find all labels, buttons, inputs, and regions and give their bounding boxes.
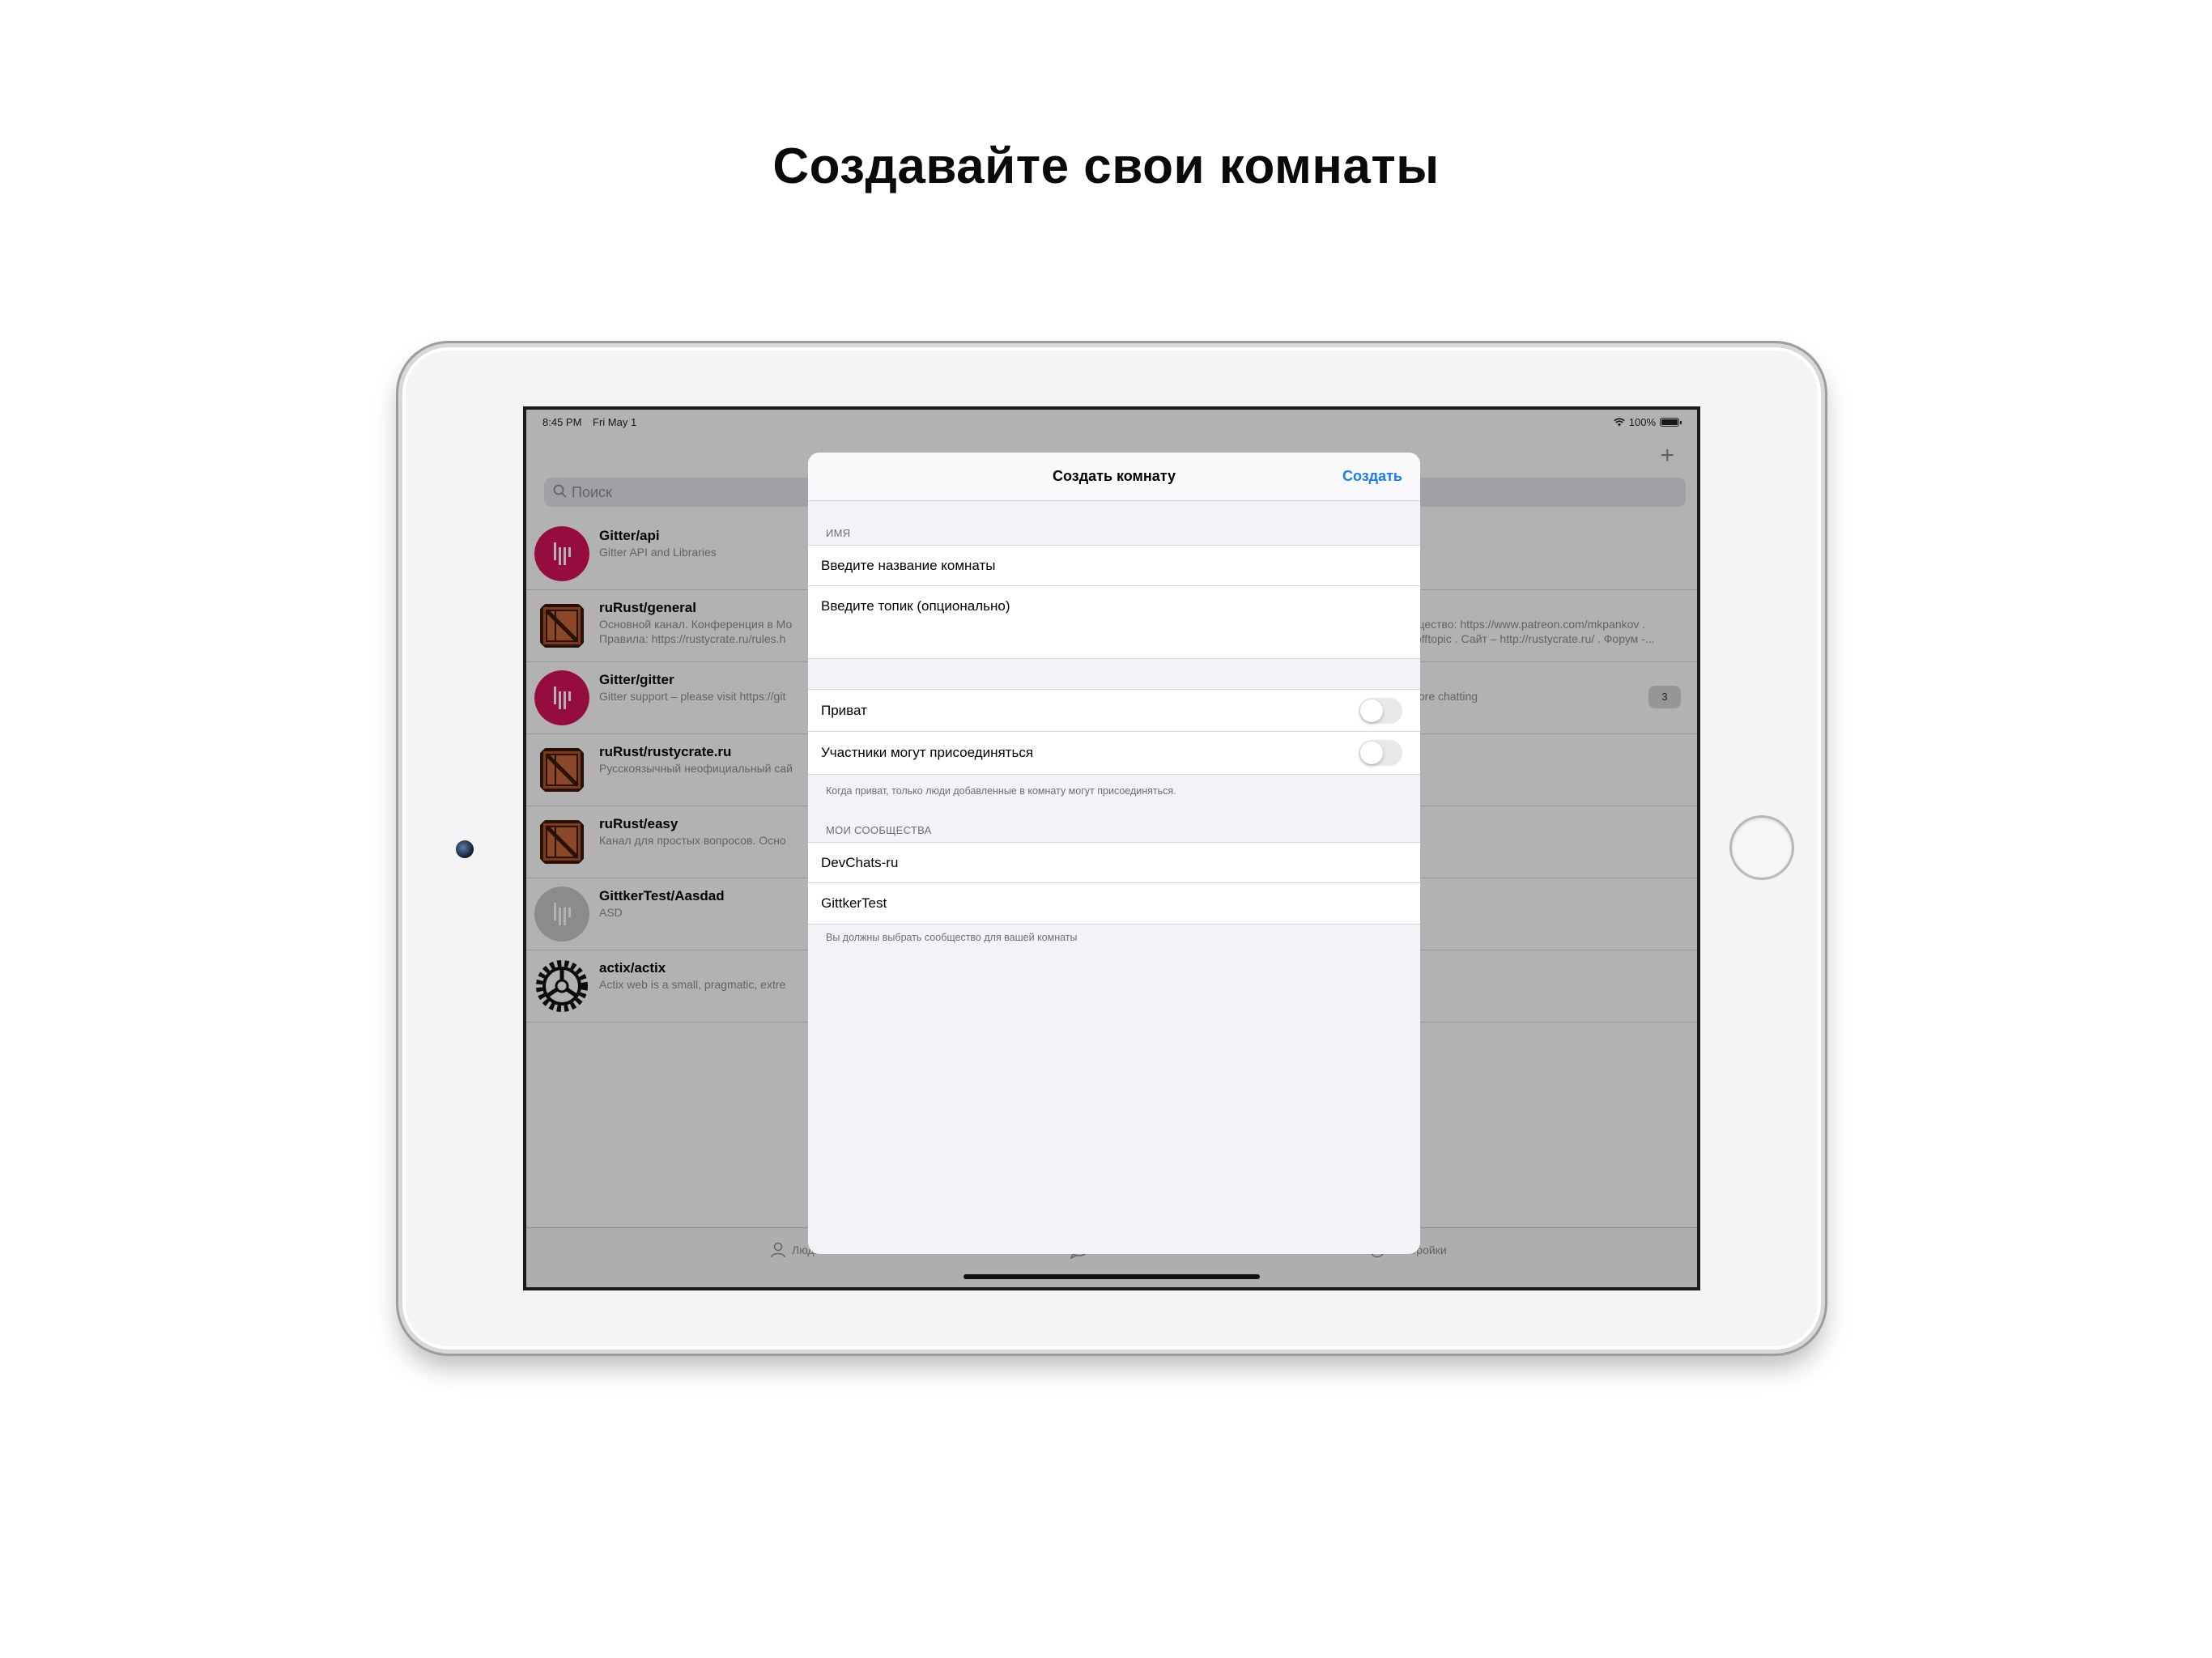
ipad-home-button[interactable] <box>1729 815 1794 880</box>
community-label: DevChats-ru <box>821 855 899 870</box>
private-toggle[interactable] <box>1359 698 1402 724</box>
create-button[interactable]: Создать <box>1342 468 1402 485</box>
modal-title: Создать комнату <box>1052 468 1176 484</box>
ipad-camera <box>456 840 474 858</box>
room-topic-field[interactable]: Введите топик (опционально) <box>808 586 1420 659</box>
home-indicator <box>963 1274 1260 1279</box>
private-footer: Когда приват, только люди добавленные в … <box>826 785 1176 797</box>
name-section-header: ИМЯ <box>826 527 851 539</box>
community-item[interactable]: GittkerTest <box>808 883 1420 925</box>
modal-header: Создать комнату Создать <box>808 453 1420 501</box>
communities-section-header: МОИ СООБЩЕСТВА <box>826 824 932 836</box>
room-topic-placeholder: Введите топик (опционально) <box>821 598 1010 614</box>
join-row: Участники могут присоединяться <box>808 732 1420 775</box>
community-item[interactable]: DevChats-ru <box>808 842 1420 883</box>
ipad-screen: 8:45 PM Fri May 1 100% + Поиск Gitter/ap… <box>523 406 1700 1290</box>
community-label: GittkerTest <box>821 895 887 911</box>
page-headline: Создавайте свои комнаты <box>772 138 1440 194</box>
communities-footer: Вы должны выбрать сообщество для вашей к… <box>826 932 1078 943</box>
room-name-field[interactable]: Введите название комнаты <box>808 545 1420 586</box>
join-label: Участники могут присоединяться <box>821 745 1034 760</box>
create-room-modal: Создать комнату Создать ИМЯ Введите назв… <box>808 453 1420 1254</box>
join-toggle[interactable] <box>1359 740 1402 766</box>
private-row: Приват <box>808 689 1420 732</box>
private-label: Приват <box>821 703 867 718</box>
room-name-placeholder: Введите название комнаты <box>821 558 996 573</box>
